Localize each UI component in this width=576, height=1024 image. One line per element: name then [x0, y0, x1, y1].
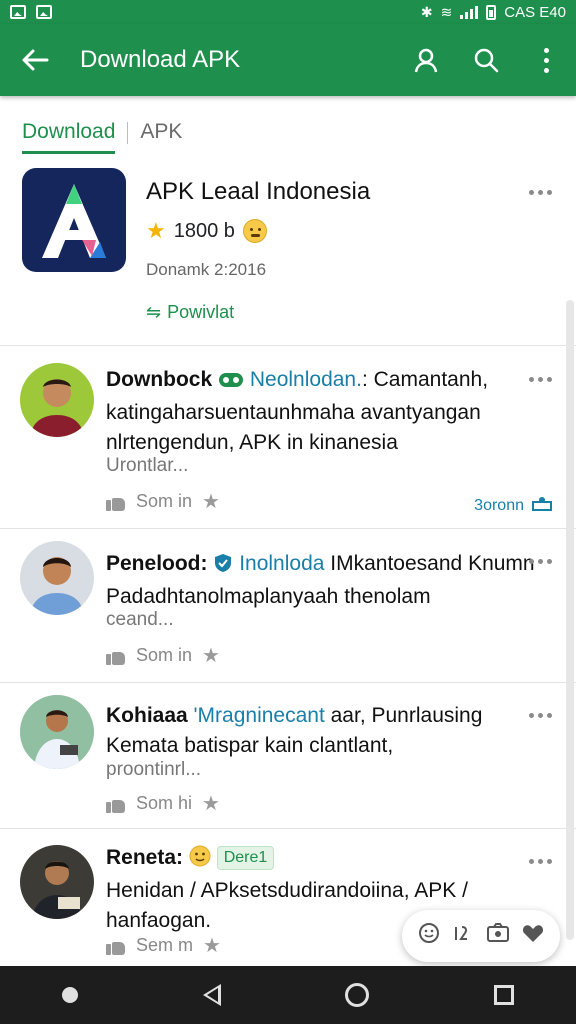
rating-value: 1800 b	[173, 219, 235, 242]
review-actions: Som hi ★	[106, 791, 220, 816]
nav-back-icon[interactable]	[202, 984, 221, 1006]
app-header: APK Leaal Indonesia ★ 1800 b Donamk 2:20…	[0, 160, 576, 346]
review-snippet[interactable]: Urontlar...	[106, 455, 188, 477]
thumb-up-icon[interactable]	[106, 493, 126, 511]
signal-icon	[460, 5, 479, 19]
people-icon	[532, 495, 552, 516]
account-icon[interactable]	[396, 24, 456, 96]
emoji-icon	[242, 219, 267, 243]
review-actions: Som in ★	[106, 643, 220, 668]
star-icon[interactable]: ★	[202, 791, 220, 816]
app-bar: Download APK	[0, 24, 576, 96]
thumb-up-icon[interactable]	[106, 647, 126, 665]
search-icon[interactable]	[456, 24, 516, 96]
provider-icon: ⇋	[146, 302, 162, 322]
verified-shield-icon	[213, 552, 233, 582]
star-icon[interactable]: ★	[203, 933, 221, 958]
like-label[interactable]: Som in	[136, 491, 192, 512]
more-horiz-icon[interactable]	[529, 377, 552, 382]
review-actions: Som in ★	[106, 489, 220, 514]
review-text: Kemata batispar kain clantlant,	[106, 734, 394, 757]
review-badge[interactable]: Neolnlodan.	[250, 368, 362, 391]
nav-home-icon[interactable]	[345, 983, 370, 1007]
review-text-block: Kohiaaa 'Mragninecant aar, Punrlausing K…	[106, 701, 536, 761]
wifi-icon: ≋	[440, 4, 453, 20]
review-lead: : Camantanh,	[361, 368, 489, 391]
tab-bar: Download APK	[0, 106, 576, 158]
review-note-label: 3oronn	[474, 496, 524, 514]
review-text-block: Downbock Neolnlodan.: Camantanh, katinga…	[106, 365, 536, 458]
status-time: CAS E40	[504, 3, 566, 21]
emoji-reaction-icon[interactable]	[418, 922, 440, 950]
nav-recents-icon[interactable]	[493, 985, 514, 1005]
review-badge[interactable]: Dere1	[216, 846, 275, 870]
avatar[interactable]	[20, 541, 94, 615]
like-label[interactable]: Som hi	[136, 793, 192, 814]
heart-icon[interactable]	[522, 923, 544, 949]
reaction-bar	[402, 910, 560, 962]
provider-link[interactable]: ⇋ Powivlat	[146, 302, 234, 323]
more-horiz-icon[interactable]	[529, 713, 552, 718]
counter-icon[interactable]	[452, 922, 474, 950]
game-controller-icon	[218, 368, 244, 398]
avatar[interactable]	[20, 695, 94, 769]
review-text: katingaharsuentaunhmaha avantyangan nlrt…	[106, 401, 481, 454]
app-bar-title: Download APK	[80, 46, 241, 73]
review-badge[interactable]: 'Mragninecant	[194, 704, 325, 727]
review-snippet[interactable]: ceand...	[106, 609, 174, 631]
review-item: Downbock Neolnlodan.: Camantanh, katinga…	[0, 347, 576, 529]
more-vert-icon[interactable]	[516, 24, 576, 96]
system-nav-bar	[0, 966, 576, 1024]
review-author: Downbock	[106, 368, 213, 391]
tab-divider	[127, 122, 129, 144]
app-logo[interactable]	[22, 168, 126, 272]
star-icon[interactable]: ★	[202, 643, 220, 668]
review-item: Penelood: Inolnloda IMkantoesand Knumn P…	[0, 529, 576, 683]
more-horiz-icon[interactable]	[529, 559, 552, 564]
review-text-block: Penelood: Inolnloda IMkantoesand Knumn P…	[106, 549, 536, 612]
review-snippet[interactable]: proontinrl...	[106, 759, 201, 781]
avatar[interactable]	[20, 363, 94, 437]
provider-label: Powivlat	[167, 302, 235, 322]
star-icon: ★	[146, 218, 166, 243]
star-icon[interactable]: ★	[202, 489, 220, 514]
image-notification-icon	[10, 5, 26, 19]
review-author: Penelood:	[106, 552, 208, 575]
more-horiz-icon[interactable]	[529, 859, 552, 864]
review-author: Reneta:	[106, 846, 184, 869]
like-label[interactable]: Sem m	[136, 935, 193, 956]
review-badge[interactable]: Inolnloda	[239, 552, 324, 575]
status-bar: ✱ ≋ CAS E40	[0, 0, 576, 24]
scrollbar[interactable]	[566, 300, 574, 940]
assistant-dot-icon[interactable]	[62, 987, 79, 1003]
thumb-up-icon[interactable]	[106, 937, 126, 955]
review-note[interactable]: 3oronn	[474, 495, 552, 516]
app-date: Donamk 2:2016	[146, 260, 267, 279]
avatar[interactable]	[20, 845, 94, 919]
back-arrow-icon[interactable]	[0, 24, 70, 96]
tab-apk[interactable]: APK	[140, 106, 182, 144]
tab-download[interactable]: Download	[22, 106, 116, 158]
photo-notification-icon	[36, 5, 52, 19]
app-name: APK Leaal Indonesia	[146, 178, 371, 205]
thumb-up-icon[interactable]	[106, 795, 126, 813]
review-lead: aar, Punrlausing	[324, 704, 483, 727]
bluetooth-icon: ✱	[420, 4, 433, 20]
battery-icon	[486, 4, 497, 20]
more-horiz-icon[interactable]	[529, 190, 552, 195]
review-item: Kohiaaa 'Mragninecant aar, Punrlausing K…	[0, 683, 576, 829]
review-lead: IMkantoesand	[324, 552, 463, 575]
rating-row: ★ 1800 b	[146, 218, 267, 244]
review-actions: Sem m ★	[106, 933, 221, 958]
like-label[interactable]: Som in	[136, 645, 192, 666]
smile-emoji-icon	[189, 845, 211, 876]
media-icon[interactable]	[486, 922, 510, 950]
review-author: Kohiaaa	[106, 704, 188, 727]
